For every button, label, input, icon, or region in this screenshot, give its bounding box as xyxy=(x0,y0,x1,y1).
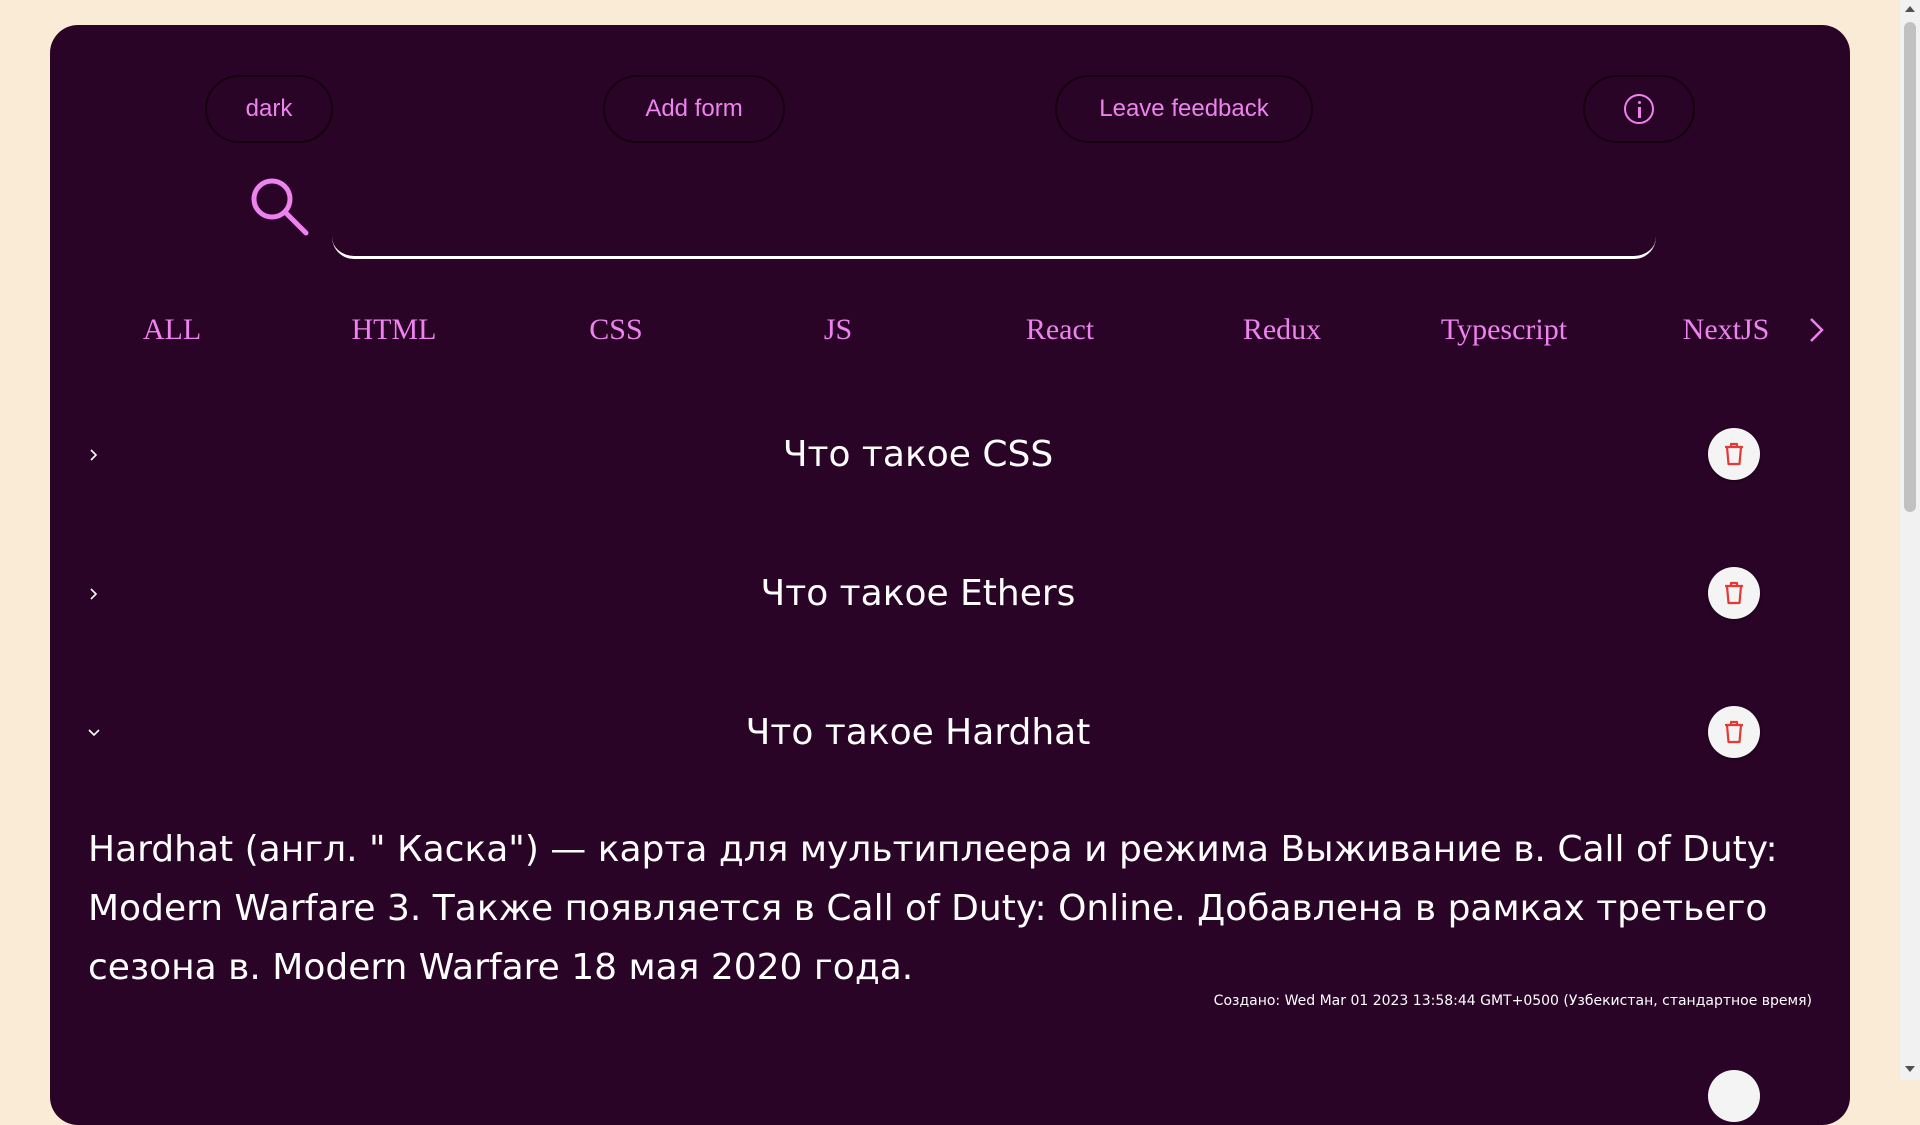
faq-question[interactable]: Что такое Hardhat xyxy=(50,698,1786,768)
tab-js[interactable]: JS xyxy=(738,305,938,355)
faq-question[interactable]: Что такое CSS xyxy=(50,420,1786,490)
scroll-up-icon[interactable] xyxy=(1905,6,1915,12)
delete-button[interactable] xyxy=(1708,1070,1760,1122)
scroll-down-icon[interactable] xyxy=(1905,1066,1915,1072)
category-tabs: ALL HTML CSS JS React Redux Typescript N… xyxy=(50,305,1850,355)
faq-item: Что такое Ethers xyxy=(50,559,1850,629)
tab-nextjs[interactable]: NextJS xyxy=(1626,305,1826,355)
faq-answer: Hardhat (англ. " Каска") — карта для мул… xyxy=(88,829,1778,988)
delete-button[interactable] xyxy=(1708,706,1760,758)
tab-html[interactable]: HTML xyxy=(294,305,494,355)
chevron-right-icon[interactable] xyxy=(1802,315,1832,345)
theme-toggle-button[interactable]: dark xyxy=(205,75,333,143)
delete-button[interactable] xyxy=(1708,428,1760,480)
trash-icon xyxy=(1725,581,1743,605)
tab-typescript[interactable]: Typescript xyxy=(1404,305,1604,355)
trash-icon xyxy=(1725,720,1743,744)
faq-question[interactable]: Что такое Ethers xyxy=(50,559,1786,629)
add-form-button[interactable]: Add form xyxy=(603,75,785,143)
info-circle-icon xyxy=(1624,94,1654,124)
tab-css[interactable]: CSS xyxy=(516,305,716,355)
vertical-scrollbar[interactable] xyxy=(1900,0,1920,1080)
tab-all[interactable]: ALL xyxy=(72,305,272,355)
tab-redux[interactable]: Redux xyxy=(1182,305,1382,355)
trash-icon xyxy=(1725,442,1743,466)
search-input[interactable] xyxy=(332,185,1656,259)
search-icon[interactable] xyxy=(248,175,312,239)
faq-item-expanded: Что такое Hardhat xyxy=(50,698,1850,768)
info-button[interactable] xyxy=(1583,75,1695,143)
leave-feedback-button[interactable]: Leave feedback xyxy=(1055,75,1313,143)
scrollbar-thumb[interactable] xyxy=(1904,22,1916,512)
delete-button[interactable] xyxy=(1708,567,1760,619)
faq-item: Что такое CSS xyxy=(50,420,1850,490)
main-card: dark Add form Leave feedback ALL HTML CS… xyxy=(50,25,1850,1125)
tab-react[interactable]: React xyxy=(960,305,1160,355)
created-timestamp: Создано: Wed Mar 01 2023 13:58:44 GMT+05… xyxy=(1213,993,1812,1009)
